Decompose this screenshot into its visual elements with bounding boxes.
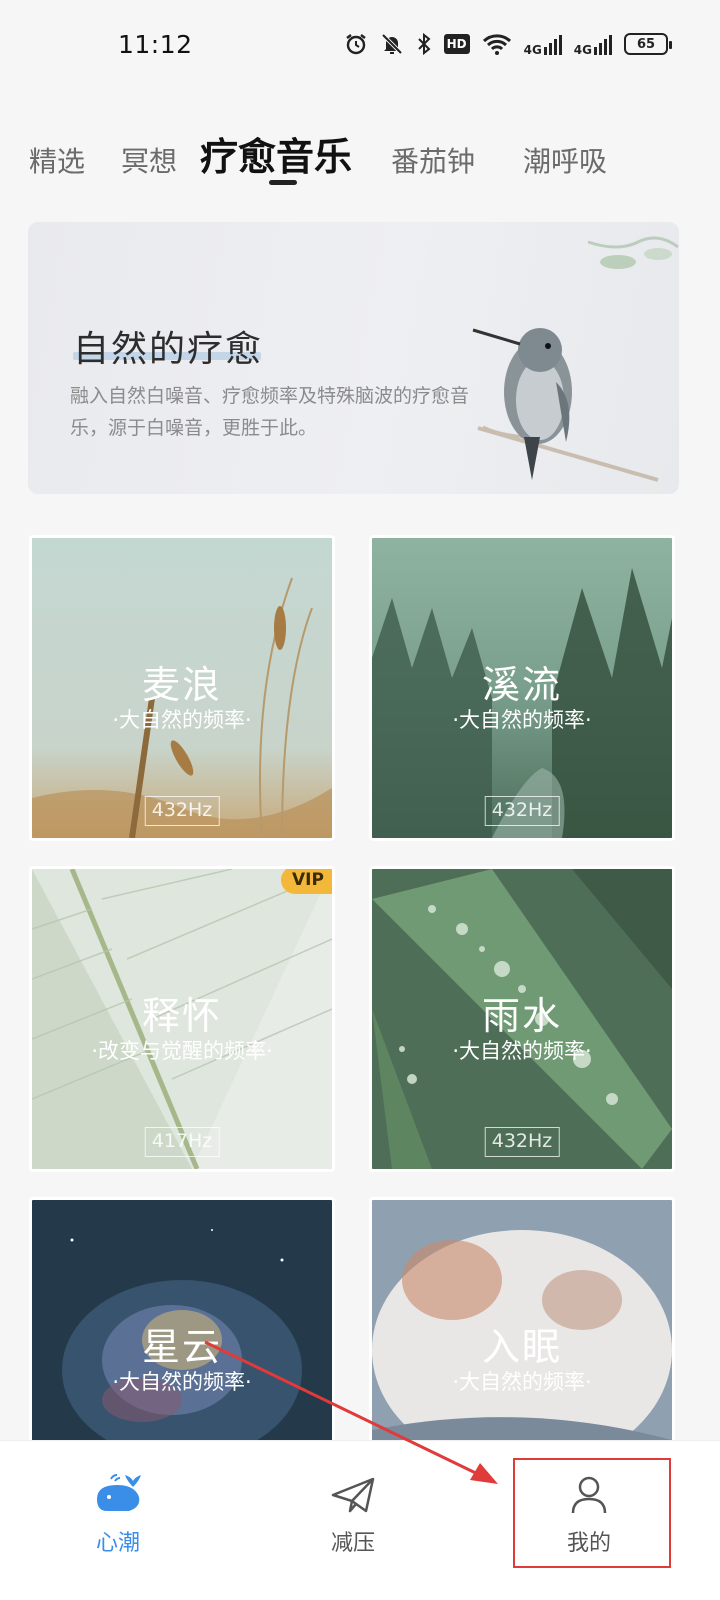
card-subtitle: ·大自然的频率· <box>452 708 592 732</box>
nav-xinchao[interactable]: 心潮 <box>58 1473 178 1557</box>
card-title: 入眠 <box>481 1325 562 1369</box>
banner-title: 自然的疗愈 <box>73 329 264 370</box>
banner-description: 融入自然白噪音、疗愈频率及特殊脑波的疗愈音乐，源于白噪音，更胜于此。 <box>70 385 470 439</box>
wifi-icon <box>482 34 511 55</box>
paper-plane-icon <box>331 1477 375 1513</box>
card-rain[interactable]: 雨水 ·大自然的频率· 432Hz <box>369 866 675 1172</box>
card-subtitle: ·大自然的频率· <box>112 1370 252 1394</box>
status-bar: 11:12 HD 4G 4G 65 <box>0 0 720 92</box>
hummingbird-image <box>472 236 679 482</box>
status-icons: HD 4G 4G 65 <box>344 30 672 58</box>
nav-label: 心潮 <box>95 1531 140 1556</box>
category-tabs: 精选 冥想 疗愈音乐 番茄钟 潮呼吸 <box>0 120 720 200</box>
alarm-icon <box>345 34 366 55</box>
card-subtitle: ·大自然的频率· <box>452 1039 592 1063</box>
network-label-2: 4G <box>573 43 592 57</box>
tab-mingxiang[interactable]: 冥想 <box>121 140 177 180</box>
whale-icon <box>97 1474 141 1511</box>
tab-pomodoro[interactable]: 番茄钟 <box>391 140 475 180</box>
bluetooth-icon <box>417 32 431 56</box>
frequency-badge: 432Hz <box>484 796 560 826</box>
signal-2: 4G <box>573 33 612 57</box>
hero-banner[interactable]: 自然的疗愈 融入自然白噪音、疗愈频率及特殊脑波的疗愈音乐，源于白噪音，更胜于此。 <box>28 222 679 494</box>
tab-indicator <box>269 180 297 185</box>
battery-icon: 65 <box>624 33 672 55</box>
signal-1: 4G <box>523 33 562 57</box>
card-title: 溪流 <box>481 663 562 707</box>
card-subtitle: ·大自然的频率· <box>112 708 252 732</box>
status-time: 11:12 <box>118 30 193 59</box>
card-title: 雨水 <box>481 994 562 1038</box>
nav-jianya[interactable]: 减压 <box>293 1473 413 1557</box>
card-stream[interactable]: 溪流 ·大自然的频率· 432Hz <box>369 535 675 841</box>
signal-icon <box>594 35 612 55</box>
card-wheat[interactable]: 麦浪 ·大自然的频率· 432Hz <box>29 535 335 841</box>
highlight-box <box>513 1458 671 1568</box>
tab-healing-music[interactable]: 疗愈音乐 <box>200 126 352 181</box>
card-release[interactable]: VIP 释怀 ·改变与觉醒的频率· 417Hz <box>29 866 335 1172</box>
network-label-1: 4G <box>523 43 542 57</box>
frequency-badge: 432Hz <box>484 1127 560 1157</box>
card-subtitle: ·改变与觉醒的频率· <box>91 1039 273 1063</box>
card-subtitle: ·大自然的频率· <box>452 1370 592 1394</box>
signal-icon <box>543 35 562 55</box>
frequency-badge: 417Hz <box>144 1127 220 1157</box>
nav-label: 减压 <box>330 1531 375 1556</box>
hd-badge: HD <box>443 34 470 54</box>
battery-level: 65 <box>636 36 656 52</box>
card-title: 释怀 <box>141 994 222 1038</box>
tab-jingxuan[interactable]: 精选 <box>29 140 85 180</box>
card-title: 星云 <box>141 1325 222 1369</box>
mute-bell-icon <box>381 33 402 55</box>
tab-breathing[interactable]: 潮呼吸 <box>523 140 607 180</box>
vip-badge: VIP <box>281 869 332 894</box>
frequency-badge: 432Hz <box>144 796 220 826</box>
card-title: 麦浪 <box>141 663 222 707</box>
